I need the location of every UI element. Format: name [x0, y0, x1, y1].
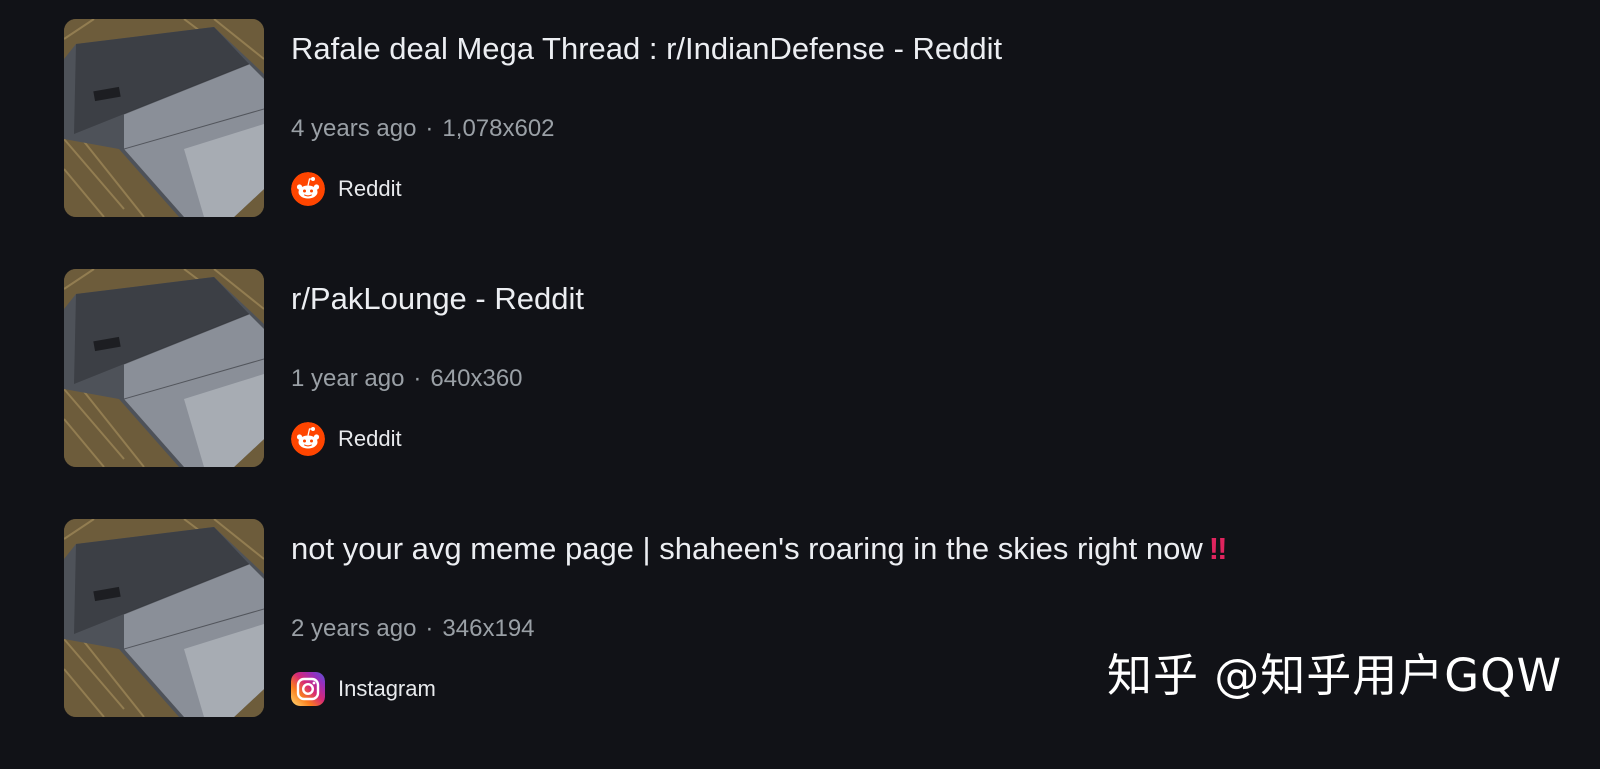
- result-age: 2 years ago: [291, 615, 417, 642]
- result-info: r/PakLounge - Reddit 1 year ago · 640x360: [291, 269, 1564, 456]
- source-name[interactable]: Reddit: [338, 176, 402, 202]
- result-info: Rafale deal Mega Thread : r/IndianDefens…: [291, 19, 1564, 206]
- result-dimensions: 1,078x602: [442, 115, 555, 142]
- wreckage-image: [64, 269, 264, 467]
- result-title-text[interactable]: not your avg meme page | shaheen's roari…: [291, 531, 1203, 566]
- meta-separator: ·: [425, 115, 434, 142]
- image-result[interactable]: Rafale deal Mega Thread : r/IndianDefens…: [64, 19, 1564, 217]
- result-thumbnail[interactable]: [64, 519, 264, 717]
- source-name[interactable]: Instagram: [338, 676, 436, 702]
- reddit-icon: [291, 172, 325, 206]
- result-title-text[interactable]: Rafale deal Mega Thread : r/IndianDefens…: [291, 31, 1002, 66]
- result-age: 4 years ago: [291, 115, 417, 142]
- result-dimensions: 640x360: [430, 365, 523, 392]
- result-meta: 1 year ago · 640x360: [291, 364, 1564, 394]
- double-exclamation-emoji: ‼: [1208, 531, 1228, 566]
- result-title-text[interactable]: r/PakLounge - Reddit: [291, 281, 584, 316]
- meta-separator: ·: [413, 365, 422, 392]
- meta-separator: ·: [425, 615, 434, 642]
- result-title[interactable]: Rafale deal Mega Thread : r/IndianDefens…: [291, 30, 1564, 68]
- source-name[interactable]: Reddit: [338, 426, 402, 452]
- reddit-icon: [291, 422, 325, 456]
- result-thumbnail[interactable]: [64, 269, 264, 467]
- wreckage-image: [64, 519, 264, 717]
- wreckage-image: [64, 19, 264, 217]
- image-result[interactable]: r/PakLounge - Reddit 1 year ago · 640x360: [64, 269, 1564, 467]
- result-thumbnail[interactable]: [64, 19, 264, 217]
- result-dimensions: 346x194: [442, 615, 535, 642]
- result-source[interactable]: Reddit: [291, 172, 1564, 206]
- result-title[interactable]: not your avg meme page | shaheen's roari…: [291, 530, 1564, 568]
- result-age: 1 year ago: [291, 365, 405, 392]
- instagram-icon: [291, 672, 325, 706]
- result-source[interactable]: Reddit: [291, 422, 1564, 456]
- result-meta: 4 years ago · 1,078x602: [291, 114, 1564, 144]
- result-meta: 2 years ago · 346x194: [291, 614, 1564, 644]
- zhihu-watermark: 知乎 @知乎用户GQW: [1107, 649, 1563, 702]
- result-title[interactable]: r/PakLounge - Reddit: [291, 280, 1564, 318]
